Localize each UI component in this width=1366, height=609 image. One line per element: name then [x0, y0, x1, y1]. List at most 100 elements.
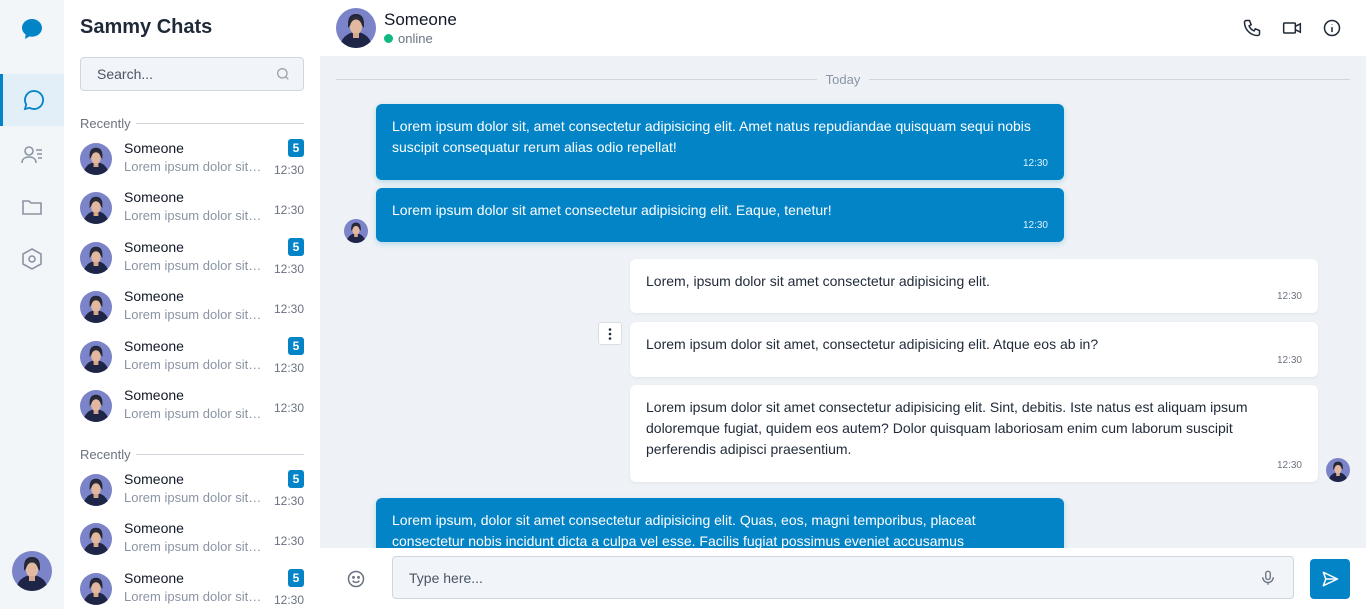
chat-time: 12:30: [273, 401, 304, 415]
nav-rail: [0, 0, 64, 609]
video-camera-icon: [1282, 22, 1302, 34]
message-input[interactable]: [409, 569, 1259, 586]
phone-icon: [1243, 19, 1261, 37]
chat-name: Someone: [124, 239, 184, 255]
send-button[interactable]: [1310, 559, 1350, 599]
smiley-icon: [347, 570, 365, 588]
info-button[interactable]: [1322, 18, 1342, 38]
chat-bubble-icon: [23, 90, 44, 111]
folder-icon: [22, 200, 42, 215]
chat-preview: Lorem ipsum dolor sit amet consectetur: [124, 589, 264, 604]
list-item[interactable]: Someone Lorem ipsum dolor sit amet conse…: [80, 566, 304, 609]
section-label: Recently: [80, 447, 304, 462]
chat-name: Someone: [124, 520, 184, 536]
message-text: Lorem ipsum dolor sit amet consectetur a…: [646, 399, 1248, 457]
chat-preview: Lorem ipsum dolor sit amet consectetur: [124, 490, 264, 505]
search-icon[interactable]: [275, 66, 291, 82]
unread-badge: 5: [288, 238, 304, 256]
rail-chats-button[interactable]: [0, 74, 64, 126]
chat-preview: Lorem ipsum dolor sit amet consectetur: [124, 357, 264, 372]
message-composer: [320, 548, 1366, 609]
chat-preview: Lorem ipsum dolor sit amet consectetur: [124, 258, 264, 273]
chat-name: Someone: [124, 387, 184, 403]
status-text: online: [398, 31, 433, 46]
chat-name: Someone: [124, 338, 184, 354]
contacts-icon: [21, 146, 42, 164]
chat-preview: Lorem ipsum dolor sit amet consectetur: [124, 159, 264, 174]
rail-files-button[interactable]: [0, 181, 64, 233]
chat-name: Someone: [124, 570, 184, 586]
contact-avatar[interactable]: [336, 8, 376, 48]
unread-badge: 5: [288, 569, 304, 587]
avatar: [80, 523, 112, 555]
call-button[interactable]: [1242, 18, 1262, 38]
sender-avatar: [344, 219, 368, 243]
my-avatar[interactable]: [12, 551, 52, 591]
message-time: 12:30: [1276, 291, 1302, 302]
emoji-button[interactable]: [346, 569, 366, 589]
chat-name: Someone: [124, 471, 184, 487]
chat-time: 12:30: [273, 262, 304, 276]
avatar: [80, 341, 112, 373]
message-options-button[interactable]: [598, 322, 622, 345]
message-bubble-outgoing[interactable]: Lorem ipsum dolor sit amet, consectetur …: [630, 322, 1318, 377]
avatar: [80, 143, 112, 175]
message-time: 12:30: [1276, 355, 1302, 366]
list-item[interactable]: Someone Lorem ipsum dolor sit amet conse…: [80, 467, 304, 513]
chat-name: Someone: [124, 288, 184, 304]
list-item[interactable]: Someone Lorem ipsum dolor sit amet conse…: [80, 516, 304, 562]
chat-time: 12:30: [273, 361, 304, 375]
message-bubble-outgoing[interactable]: Lorem ipsum dolor sit amet consectetur a…: [630, 385, 1318, 482]
message-time: 12:30: [1022, 158, 1048, 169]
avatar: [80, 474, 112, 506]
list-item[interactable]: Someone Lorem ipsum dolor sit amet conse…: [80, 284, 304, 330]
section-label: Recently: [80, 116, 304, 131]
message-time: 12:30: [1022, 220, 1048, 231]
rail-settings-button[interactable]: [0, 233, 64, 285]
avatar: [80, 390, 112, 422]
conversation-header: Someone online: [320, 0, 1366, 56]
list-item[interactable]: Someone Lorem ipsum dolor sit amet conse…: [80, 383, 304, 429]
send-icon: [1322, 571, 1339, 587]
rail-contacts-button[interactable]: [0, 129, 64, 181]
list-item[interactable]: Someone Lorem ipsum dolor sit amet conse…: [80, 136, 304, 182]
message-bubble-incoming[interactable]: Lorem ipsum dolor sit, amet consectetur …: [376, 104, 1064, 180]
more-vertical-icon: [608, 327, 612, 340]
app-logo-icon[interactable]: [20, 17, 44, 41]
list-item[interactable]: Someone Lorem ipsum dolor sit amet conse…: [80, 334, 304, 380]
settings-hexagon-icon: [22, 248, 42, 270]
message-text: Lorem ipsum dolor sit amet, consectetur …: [646, 336, 1099, 352]
message-bubble-incoming[interactable]: Lorem ipsum dolor sit amet consectetur a…: [376, 188, 1064, 242]
message-bubble-outgoing[interactable]: Lorem, ipsum dolor sit amet consectetur …: [630, 259, 1318, 313]
video-call-button[interactable]: [1282, 18, 1302, 38]
date-divider-label: Today: [825, 72, 861, 87]
online-dot-icon: [384, 34, 393, 43]
chat-time: 12:30: [273, 203, 304, 217]
list-item[interactable]: Someone Lorem ipsum dolor sit amet conse…: [80, 185, 304, 231]
unread-badge: 5: [288, 470, 304, 488]
chat-list-panel: Sammy Chats Recently Someone Lorem ipsum…: [64, 0, 320, 609]
chat-time: 12:30: [273, 593, 304, 607]
avatar: [80, 573, 112, 605]
sender-avatar: [1326, 458, 1350, 482]
contact-name: Someone: [384, 10, 457, 29]
date-divider: Today: [336, 72, 1351, 87]
chat-time: 12:30: [273, 534, 304, 548]
message-field[interactable]: [392, 556, 1294, 599]
chat-time: 12:30: [273, 163, 304, 177]
chat-time: 12:30: [273, 494, 304, 508]
avatar: [80, 242, 112, 274]
avatar: [80, 192, 112, 224]
unread-badge: 5: [288, 337, 304, 355]
chat-time: 12:30: [273, 302, 304, 316]
message-text: Lorem ipsum dolor sit, amet consectetur …: [392, 118, 1031, 155]
contact-status: online: [384, 31, 433, 46]
chat-preview: Lorem ipsum dolor sit amet consectetur: [124, 208, 264, 223]
list-item[interactable]: Someone Lorem ipsum dolor sit amet conse…: [80, 235, 304, 281]
app-title: Sammy Chats: [80, 16, 213, 38]
microphone-icon[interactable]: [1259, 569, 1277, 587]
message-text: Lorem ipsum, dolor sit amet consectetur …: [392, 512, 976, 549]
search-input[interactable]: [97, 66, 275, 82]
message-time: 12:30: [1276, 460, 1302, 471]
search-box[interactable]: [80, 57, 304, 91]
